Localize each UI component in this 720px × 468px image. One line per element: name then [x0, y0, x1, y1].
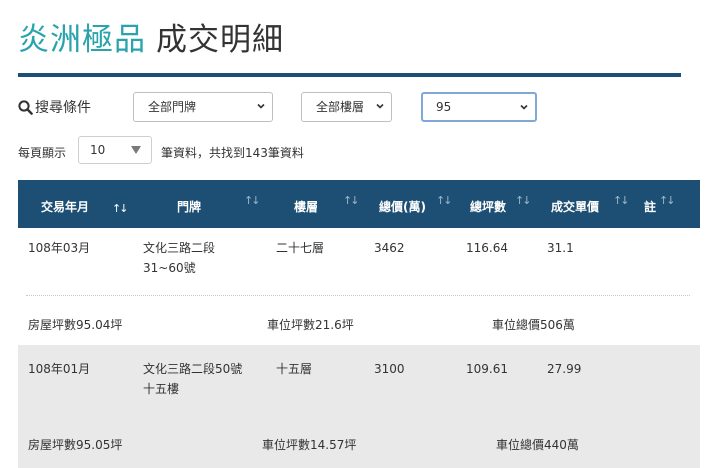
- cell-door-line2: 十五樓: [143, 382, 180, 396]
- floor-select-value: 全部樓層: [316, 100, 365, 114]
- per-page-value: 10: [90, 143, 106, 157]
- result-info-prefix: 筆資料，共找到: [161, 146, 246, 160]
- col-header-door[interactable]: 門牌: [177, 198, 201, 215]
- cell-parking-price: 車位總價506萬: [492, 318, 575, 332]
- cell-floor: 二十七層: [276, 241, 325, 255]
- cell-house-area: 房屋坪數95.04坪: [28, 318, 123, 332]
- sort-icon[interactable]: ↑↓: [244, 194, 261, 207]
- chevron-down-icon: [520, 104, 528, 110]
- table-header: 交易年月 ↑↓ 門牌 ↑↓ 樓層 ↑↓ 總價(萬) ↑↓ 總坪數 ↑↓ 成交單價…: [18, 180, 700, 228]
- floor-select[interactable]: 全部樓層: [301, 92, 392, 122]
- cell-date: 108年01月: [28, 362, 91, 376]
- cell-unit-price: 27.99: [547, 362, 582, 376]
- cell-total-price: 3100: [374, 362, 405, 376]
- door-select-value: 全部門牌: [148, 100, 197, 114]
- search-conditions-label: 搜尋條件: [18, 97, 91, 119]
- col-header-total-price[interactable]: 總價(萬): [379, 198, 426, 215]
- sort-icon[interactable]: ↑↓: [112, 202, 129, 215]
- cell-total-area: 109.61: [466, 362, 508, 376]
- search-label-text: 搜尋條件: [35, 100, 91, 116]
- cell-door-line1: 文化三路二段50號: [143, 362, 243, 376]
- search-icon: [18, 100, 33, 119]
- cell-door: 文化三路二段 31~60號: [143, 238, 215, 278]
- sort-icon[interactable]: ↑↓: [515, 194, 532, 207]
- col-header-unit-price[interactable]: 成交單價: [551, 198, 599, 215]
- year-select[interactable]: 95: [421, 92, 537, 122]
- sort-icon[interactable]: ↑↓: [613, 194, 630, 207]
- result-total: 143: [245, 146, 268, 160]
- cell-door: 文化三路二段50號 十五樓: [143, 359, 242, 399]
- cell-parking-area: 車位坪數14.57坪: [262, 438, 357, 452]
- sort-icon[interactable]: ↑↓: [436, 194, 453, 207]
- sort-icon[interactable]: ↑↓: [343, 194, 360, 207]
- year-select-value: 95: [436, 100, 452, 114]
- col-header-total-area[interactable]: 總坪數: [470, 198, 506, 215]
- cell-date: 108年03月: [28, 241, 91, 255]
- cell-total-area: 116.64: [466, 241, 508, 255]
- title-divider: [18, 73, 681, 77]
- col-header-note[interactable]: 註: [644, 198, 656, 215]
- cell-floor: 十五層: [276, 362, 313, 376]
- chevron-down-icon: [376, 103, 384, 109]
- result-count: 筆資料，共找到143筆資料: [161, 144, 304, 161]
- per-page-label: 每頁顯示: [18, 146, 67, 160]
- cell-parking-price: 車位總價440萬: [496, 438, 579, 452]
- per-page-select[interactable]: 10: [78, 136, 152, 164]
- col-header-floor[interactable]: 樓層: [294, 198, 318, 215]
- table-row: 108年03月 文化三路二段 31~60號 二十七層 3462 116.64 3…: [18, 228, 700, 345]
- result-info-suffix: 筆資料: [267, 146, 304, 160]
- col-header-date[interactable]: 交易年月: [41, 198, 89, 215]
- cell-total-price: 3462: [374, 241, 405, 255]
- sort-icon[interactable]: ↑↓: [659, 194, 676, 207]
- cell-door-line1: 文化三路二段: [143, 241, 216, 255]
- caret-down-icon: [131, 146, 141, 154]
- table-row: 108年01月 文化三路二段50號 十五樓 十五層 3100 109.61 27…: [18, 345, 700, 468]
- page-subtitle: 成交明細: [156, 22, 284, 58]
- cell-house-area: 房屋坪數95.05坪: [28, 438, 123, 452]
- cell-door-line2: 31~60號: [143, 261, 196, 275]
- door-select[interactable]: 全部門牌: [133, 92, 273, 122]
- chevron-down-icon: [257, 103, 265, 109]
- brand-name: 炎洲極品: [18, 22, 146, 58]
- cell-parking-area: 車位坪數21.6坪: [267, 318, 354, 332]
- row-divider: [26, 295, 690, 296]
- page-title: 炎洲極品 成交明細: [18, 14, 284, 59]
- cell-unit-price: 31.1: [547, 241, 574, 255]
